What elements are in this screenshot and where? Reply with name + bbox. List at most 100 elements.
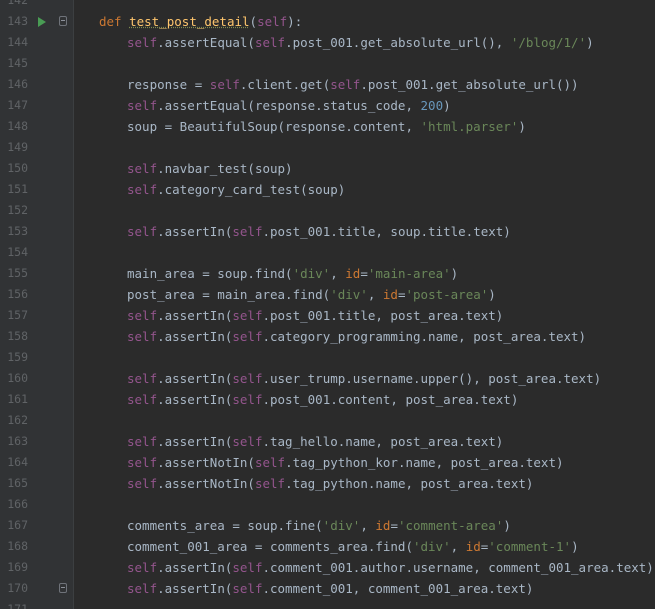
line-number: 146 — [7, 77, 28, 91]
line-number: 153 — [7, 224, 28, 238]
code-token: 'html.parser' — [420, 119, 519, 134]
code-line[interactable]: 160 self.assertIn(self.user_trump.usernam… — [0, 368, 655, 389]
code-line[interactable]: 162 — [0, 410, 655, 431]
code-token: = — [390, 518, 398, 533]
line-number: 169 — [7, 560, 28, 574]
code-token: response = — [127, 77, 210, 92]
line-number: 166 — [7, 497, 28, 511]
code-line[interactable]: 168 comment_001_area = comments_area.find… — [0, 536, 655, 557]
code-line[interactable]: 164 self.assertNotIn(self.tag_python_kor.… — [0, 452, 655, 473]
code-token: = — [360, 266, 368, 281]
code-line[interactable]: 145 — [0, 53, 655, 74]
code-line[interactable]: 149 — [0, 137, 655, 158]
code-token: , — [450, 539, 466, 554]
code-line[interactable]: 159 — [0, 347, 655, 368]
code-line[interactable]: 155 main_area = soup.find('div', id='main… — [0, 263, 655, 284]
code-token: .assertIn( — [157, 224, 233, 239]
code-text: self.assertIn(self.comment_001, comment_… — [127, 578, 533, 599]
code-text: self.assertIn(self.category_programming.… — [127, 326, 586, 347]
code-token: self — [127, 182, 158, 197]
code-token: ) — [488, 287, 496, 302]
fold-icon[interactable] — [59, 16, 67, 26]
code-line[interactable]: 169 self.assertIn(self.comment_001.author… — [0, 557, 655, 578]
code-token: .assertEqual( — [157, 35, 255, 50]
code-text: soup = BeautifulSoup(response.content, '… — [127, 116, 526, 137]
code-token: '/blog/1/' — [510, 35, 587, 50]
code-text: response = self.client.get(self.post_001… — [127, 74, 579, 95]
code-token: 'div' — [330, 287, 368, 302]
code-line[interactable]: 156 post_area = main_area.find('div', id=… — [0, 284, 655, 305]
fold-icon[interactable] — [59, 583, 67, 593]
code-token: ): — [287, 14, 303, 29]
code-token: .post_001.title, soup.title.text) — [262, 224, 511, 239]
code-token: self — [254, 476, 286, 491]
code-token: 'main-area' — [367, 266, 451, 281]
code-text: self.assertEqual(response.status_code, 2… — [127, 95, 451, 116]
code-token: self — [127, 581, 158, 596]
code-line[interactable]: 171 — [0, 599, 655, 609]
code-token: 'comment-1' — [488, 539, 572, 554]
code-line[interactable]: 154 — [0, 242, 655, 263]
code-text: main_area = soup.find('div', id='main-ar… — [127, 263, 458, 284]
code-line[interactable]: 165 self.assertNotIn(self.tag_python.name… — [0, 473, 655, 494]
code-token: .post_001.title, post_area.text) — [262, 308, 504, 323]
code-token: self — [232, 581, 263, 596]
code-line[interactable]: 158 self.assertIn(self.category_programmi… — [0, 326, 655, 347]
code-line[interactable]: 148 soup = BeautifulSoup(response.content… — [0, 116, 655, 137]
code-editor[interactable]: 142 143 def test_post_detail(self): 144 self… — [0, 0, 655, 609]
code-text: post_area = main_area.find('div', id='po… — [127, 284, 496, 305]
code-line[interactable]: 167 comments_area = soup.fine('div', id='… — [0, 515, 655, 536]
code-token: self — [232, 308, 263, 323]
code-token: , — [360, 518, 376, 533]
line-number: 155 — [7, 266, 28, 280]
code-token: 200 — [420, 98, 444, 113]
code-line[interactable]: 143 def test_post_detail(self): — [0, 11, 655, 32]
code-text: self.assertNotIn(self.tag_python_kor.nam… — [127, 452, 564, 473]
code-line[interactable]: 153 self.assertIn(self.post_001.title, so… — [0, 221, 655, 242]
code-token: test_post_detail — [129, 14, 250, 29]
code-token: .assertIn( — [157, 329, 233, 344]
code-token: , — [367, 287, 383, 302]
line-number: 162 — [7, 413, 28, 427]
code-token: self — [127, 392, 158, 407]
code-line[interactable]: 146 response = self.client.get(self.post_… — [0, 74, 655, 95]
code-token: self — [127, 455, 158, 470]
line-number: 147 — [7, 98, 28, 112]
code-line[interactable]: 142 — [0, 0, 655, 11]
code-text: self.assertIn(self.post_001.title, soup.… — [127, 221, 511, 242]
run-test-icon[interactable] — [38, 17, 46, 27]
code-token: self — [127, 560, 158, 575]
code-line[interactable]: 152 — [0, 200, 655, 221]
code-token: main_area = soup.find( — [127, 266, 293, 281]
code-token: .assertIn( — [157, 581, 233, 596]
code-line[interactable]: 147 self.assertEqual(response.status_code… — [0, 95, 655, 116]
code-line[interactable]: 163 self.assertIn(self.tag_hello.name, po… — [0, 431, 655, 452]
code-token: ( — [249, 14, 258, 29]
code-token: self — [127, 371, 158, 386]
code-token: .assertIn( — [157, 392, 233, 407]
code-line[interactable]: 157 self.assertIn(self.post_001.title, po… — [0, 305, 655, 326]
code-line[interactable]: 144 self.assertEqual(self.post_001.get_ab… — [0, 32, 655, 53]
code-token: self — [127, 308, 158, 323]
code-line[interactable]: 161 self.assertIn(self.post_001.content, … — [0, 389, 655, 410]
code-token: self — [330, 77, 361, 92]
line-number: 156 — [7, 287, 28, 301]
line-number: 149 — [7, 140, 28, 154]
code-token: 'comment-area' — [397, 518, 504, 533]
code-text: self.category_card_test(soup) — [127, 179, 345, 200]
code-line[interactable]: 151 self.category_card_test(soup) — [0, 179, 655, 200]
code-token: .assertEqual(response.status_code, — [157, 98, 421, 113]
code-lines[interactable]: 142 143 def test_post_detail(self): 144 self… — [0, 0, 655, 609]
code-token: comments_area = soup.fine( — [127, 518, 323, 533]
code-token: self — [254, 455, 286, 470]
line-number: 170 — [7, 581, 28, 595]
code-token: .tag_hello.name, post_area.text) — [262, 434, 504, 449]
code-line[interactable]: 166 — [0, 494, 655, 515]
code-token: id — [345, 266, 361, 281]
line-number: 150 — [7, 161, 28, 175]
code-line[interactable]: 170 self.assertIn(self.comment_001, comme… — [0, 578, 655, 599]
code-line[interactable]: 150 self.navbar_test(soup) — [0, 158, 655, 179]
code-token: self — [127, 98, 158, 113]
code-token: def — [99, 14, 130, 29]
code-token: .assertNotIn( — [157, 476, 255, 491]
